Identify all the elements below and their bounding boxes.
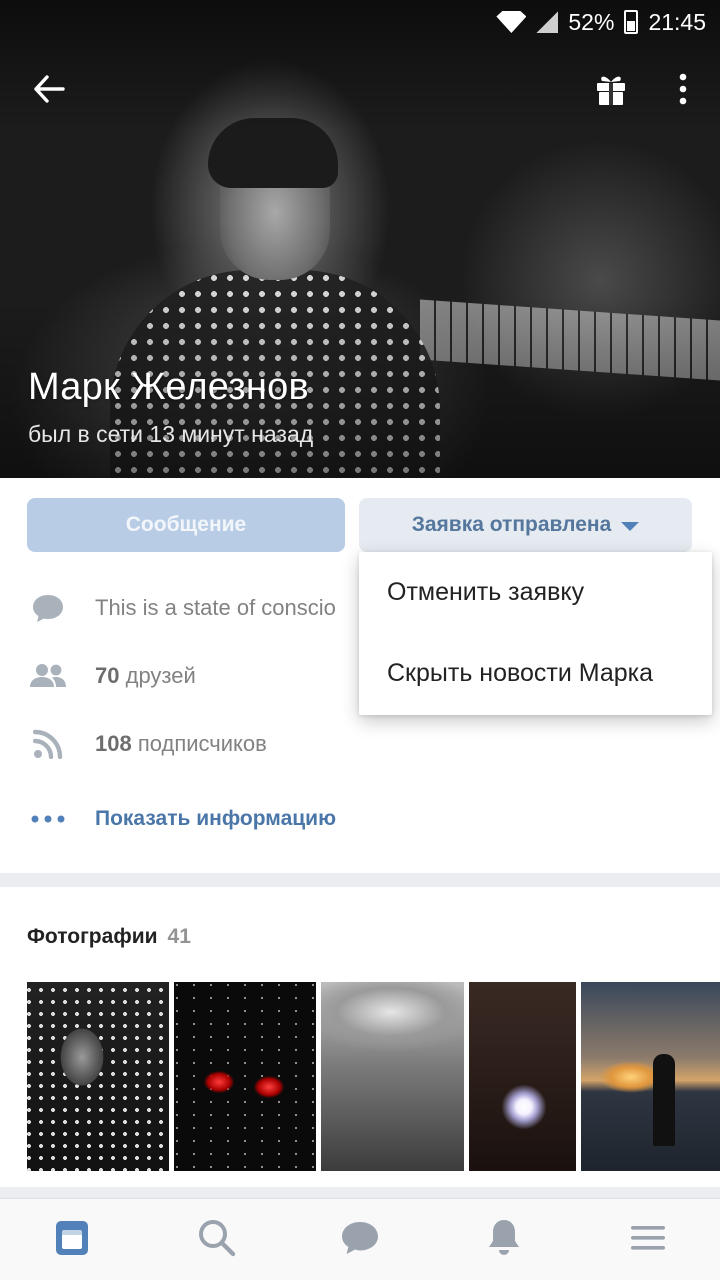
request-dropdown-menu: Отменить заявку Скрыть новости Марка [359,552,712,715]
messages-icon [342,1222,378,1254]
tab-search[interactable] [197,1217,237,1259]
friends-label: друзей [125,663,196,688]
search-icon [199,1220,236,1257]
tab-menu[interactable] [628,1217,668,1259]
more-button[interactable] [658,64,708,114]
message-button[interactable]: Сообщение [27,498,345,552]
status-text: This is a state of conscio [95,595,336,620]
gift-button[interactable] [586,64,636,114]
rss-icon [28,726,68,762]
photo-thumbnail[interactable] [321,982,464,1171]
menu-icon [631,1226,665,1250]
speech-bubble-icon [28,590,68,626]
photos-title: Фотографии [27,925,158,948]
photos-count: 41 [167,925,191,948]
tab-news[interactable] [52,1217,92,1259]
hide-news-item[interactable]: Скрыть новости Марка [359,633,712,714]
photos-header[interactable]: Фотографии 41 [27,925,191,949]
followers-text: 108 подписчиков [95,731,267,757]
followers-row[interactable]: 108 подписчиков [0,724,720,764]
cancel-request-item[interactable]: Отменить заявку [359,552,712,633]
battery-icon [624,10,639,34]
bottom-tab-bar [0,1198,720,1280]
back-button[interactable] [24,64,74,114]
show-info-link[interactable]: Показать информацию [95,807,336,831]
gift-icon [597,76,625,105]
photo-thumbnail[interactable] [174,982,316,1171]
photo-thumbnail[interactable] [581,982,720,1171]
dots-icon [28,801,68,837]
wifi-icon [496,11,527,33]
tab-messages[interactable] [340,1217,380,1259]
caret-down-icon [621,521,640,531]
tab-notifications[interactable] [484,1217,524,1259]
news-icon [56,1221,88,1255]
notifications-icon [489,1220,519,1255]
friend-request-label: Заявка отправлена [411,513,612,536]
photo-silhouette [653,1054,675,1146]
arrow-left-icon [34,75,65,103]
photo-thumbnail[interactable] [27,982,169,1171]
photos-card: Фотографии 41 [0,887,720,1187]
friends-text: 70 друзей [95,663,196,689]
followers-count: 108 [95,731,132,756]
clock: 21:45 [648,8,706,35]
last-seen-text: был в сети 13 минут назад [28,421,314,447]
message-button-label: Сообщение [125,513,247,536]
battery-percent: 52% [568,8,615,35]
profile-name: Марк Железнов [28,366,309,408]
people-icon [28,658,68,694]
photo-thumbnail[interactable] [469,982,576,1171]
status-bar: 52% 21:45 [0,0,720,44]
friends-count: 70 [95,663,120,688]
followers-label: подписчиков [137,731,267,756]
signal-icon [536,11,559,33]
show-info-row[interactable]: Показать информацию [0,799,720,839]
more-vertical-icon [679,73,687,105]
friend-request-button[interactable]: Заявка отправлена [359,498,692,552]
